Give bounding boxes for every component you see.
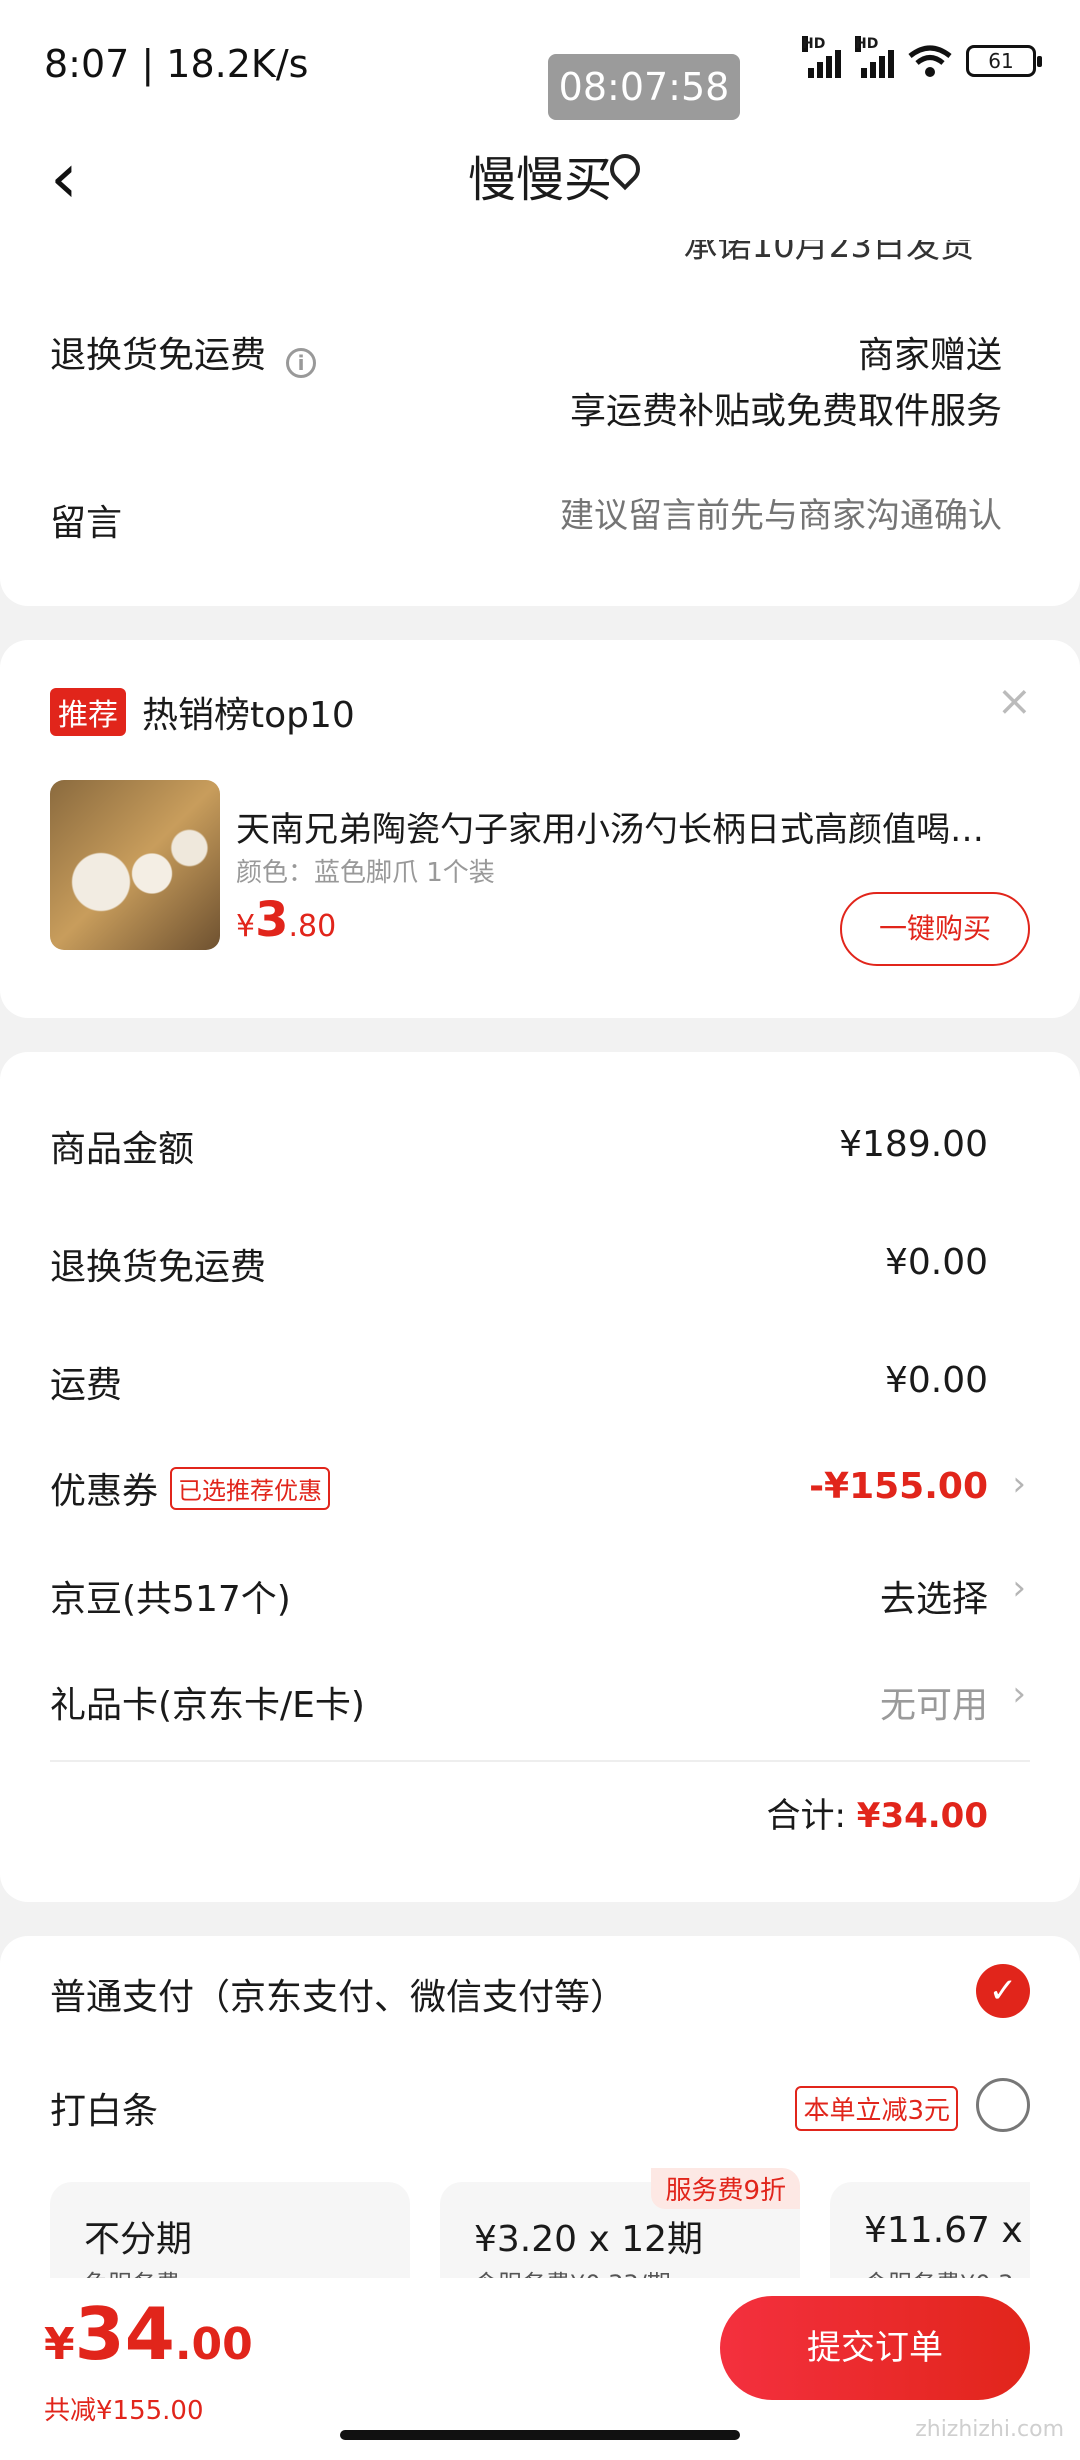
- info-icon[interactable]: i: [286, 347, 317, 378]
- normal-pay-label[interactable]: 普通支付（京东支付、微信支付等）: [50, 1968, 626, 2020]
- discount-badge: 服务费9折: [651, 2168, 800, 2209]
- recommend-tag: 推荐: [50, 688, 126, 736]
- product-price: ¥3.80: [236, 892, 337, 948]
- status-clock-overlay: 08:07:58: [548, 54, 740, 120]
- page-title: 慢慢买: [467, 152, 612, 208]
- top-nav: ‹ 慢慢买: [0, 130, 1080, 240]
- plan-main: ¥11.67 x 3: [864, 2210, 1030, 2251]
- baitiao-radio[interactable]: [976, 2078, 1030, 2132]
- wifi-icon: [908, 45, 952, 77]
- submit-order-button[interactable]: 提交订单: [720, 2296, 1030, 2400]
- chevron-right-icon[interactable]: ›: [1012, 1464, 1026, 1504]
- note-input[interactable]: [442, 486, 1002, 546]
- gift-card-label[interactable]: 礼品卡(京东卡/E卡): [50, 1676, 365, 1728]
- signal-icon: HD: [802, 36, 841, 78]
- goods-amount-value: ¥189.00: [839, 1124, 988, 1165]
- total-saved: 共减¥155.00: [44, 2396, 204, 2426]
- recommend-header: 推荐 热销榜top10: [50, 686, 355, 738]
- product-spec: 颜色：蓝色脚爪 1个装: [236, 858, 495, 888]
- coupon-value[interactable]: -¥155.00: [809, 1466, 988, 1507]
- plan-main: 不分期: [84, 2219, 193, 2260]
- total-value: ¥34.00: [856, 1796, 988, 1836]
- signal-icon: HD: [855, 36, 894, 78]
- chevron-right-icon[interactable]: ›: [1012, 1568, 1026, 1608]
- note-label: 留言: [50, 503, 123, 544]
- plan-main: ¥3.20 x 12期: [474, 2219, 704, 2260]
- return-fee-value: ¥0.00: [884, 1242, 988, 1283]
- goods-amount-label: 商品金额: [50, 1129, 195, 1170]
- baitiao-label[interactable]: 打白条: [50, 2082, 158, 2134]
- jd-bean-value[interactable]: 去选择: [880, 1570, 988, 1622]
- delivery-promise: 承诺10月23日发货: [683, 240, 974, 266]
- chevron-right-icon[interactable]: ›: [1012, 1674, 1026, 1714]
- product-thumbnail[interactable]: [50, 780, 220, 950]
- total-label: 合计:: [766, 1796, 846, 1836]
- price-summary-card: 商品金额 ¥189.00 退换货免运费 ¥0.00 运费 ¥0.00 优惠券 已…: [0, 1052, 1080, 1902]
- gift-card-value[interactable]: 无可用: [880, 1676, 988, 1728]
- status-time: 8:07 | 18.2K/s: [44, 42, 309, 86]
- product-name[interactable]: 天南兄弟陶瓷勺子家用小汤勺长柄日式高颜值喝…: [236, 802, 1036, 851]
- coupon-row[interactable]: 优惠券 已选推荐优惠: [50, 1462, 331, 1514]
- battery-icon: 61: [966, 45, 1042, 77]
- watermark: zhizhizhi.com: [915, 2417, 1064, 2442]
- status-icons: HD HD 61: [802, 36, 1042, 78]
- recommend-title: 热销榜top10: [142, 695, 355, 736]
- return-fee-label: 退换货免运费: [50, 1247, 267, 1288]
- shipping-fee-label: 运费: [50, 1365, 123, 1406]
- checkmark-icon[interactable]: ✓: [976, 1964, 1030, 2018]
- free-return-label: 退换货免运费: [50, 335, 267, 376]
- jd-bean-label[interactable]: 京豆(共517个): [50, 1570, 291, 1622]
- close-icon[interactable]: ×: [997, 676, 1032, 725]
- delivery-card: 承诺10月23日发货 退换货免运费 i 商家赠送 享运费补贴或免费取件服务 留言: [0, 240, 1080, 606]
- one-click-buy-button[interactable]: 一键购买: [840, 892, 1030, 966]
- checkout-bar: ¥34.00 共减¥155.00 提交订单 zhizhizhi.com: [0, 2278, 1080, 2460]
- divider: [50, 1760, 1030, 1762]
- home-indicator[interactable]: [340, 2430, 740, 2440]
- coupon-tag: 已选推荐优惠: [170, 1466, 331, 1510]
- recommend-card: 推荐 热销榜top10 × 天南兄弟陶瓷勺子家用小汤勺长柄日式高颜值喝… 颜色：…: [0, 640, 1080, 1018]
- coupon-label: 优惠券: [50, 1471, 159, 1512]
- shipping-fee-value: ¥0.00: [884, 1360, 988, 1401]
- status-bar: 8:07 | 18.2K/s 08:07:58 HD HD 61: [0, 0, 1080, 130]
- total-row: 合计: ¥34.00: [767, 1788, 988, 1837]
- baitiao-tag: 本单立减3元: [795, 2086, 958, 2131]
- free-return-sub: 享运费补贴或免费取件服务: [569, 391, 1002, 432]
- free-return-value: 商家赠送: [857, 335, 1002, 376]
- final-price: ¥34.00: [44, 2292, 253, 2376]
- free-return-row: 退换货免运费 i: [50, 326, 317, 378]
